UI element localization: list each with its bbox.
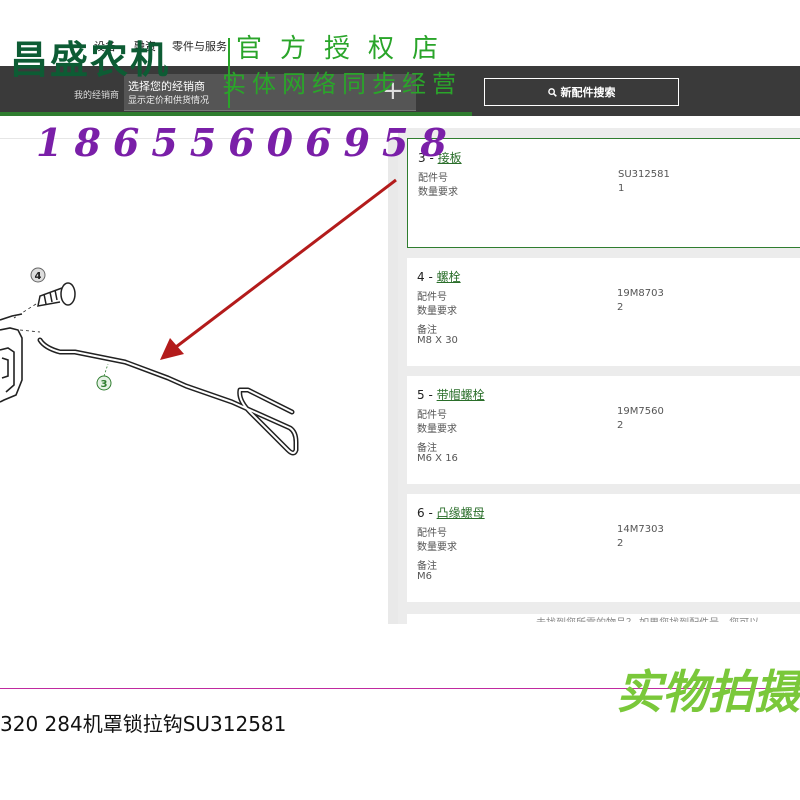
part-card-title: 4 - 螺栓 — [417, 270, 461, 284]
dash-lines — [13, 303, 41, 333]
part-number-value: 19M8703 — [617, 288, 664, 299]
not-found-hint: 未找到您所需的物品？ 如果您找到配件号，您可以 — [536, 614, 800, 622]
part-card-3[interactable]: 3 - 接板 配件号 SU312581 数量要求 1 — [407, 138, 800, 248]
part-number-label: 配件号 — [418, 173, 448, 184]
shop-logo-text: 昌盛农机 — [10, 38, 171, 82]
part-card-4[interactable]: 4 - 螺栓 配件号 19M8703 数量要求 2 备注 M8 X 30 — [407, 258, 800, 366]
part-number-value: SU312581 — [618, 169, 670, 180]
product-caption: 320 284机罩锁拉钩SU312581 — [0, 712, 287, 736]
authorized-shop-text: 官方授权店 — [236, 34, 457, 64]
remark-label: 备注 — [417, 443, 437, 454]
dealer-selector-subtitle: 显示定价和供货情况 — [128, 96, 210, 106]
callout-3-label: 3 — [101, 379, 108, 390]
part-card-5[interactable]: 5 - 带帽螺栓 配件号 19M7560 数量要求 2 备注 M6 X 16 — [407, 376, 800, 484]
part-number-label: 配件号 — [417, 410, 447, 421]
qty-value: 2 — [617, 420, 624, 431]
bolt-drawing — [37, 282, 76, 307]
part-card-6[interactable]: 6 - 凸缘螺母 配件号 14M7303 数量要求 2 备注 M6 — [407, 494, 800, 602]
remark-label: 备注 — [417, 561, 437, 572]
part-number-label: 配件号 — [417, 292, 447, 303]
part-card-title: 6 - 凸缘螺母 — [417, 506, 485, 520]
qty-label: 数量要求 — [417, 306, 457, 317]
phone-number: 18655606958 — [36, 120, 459, 165]
remark-value: M8 X 30 — [417, 335, 458, 346]
remark-value: M6 X 16 — [417, 453, 458, 464]
nav-accent-line — [0, 112, 472, 116]
qty-label: 数量要求 — [418, 187, 458, 198]
qty-value: 1 — [618, 183, 625, 194]
remark-label: 备注 — [417, 325, 437, 336]
new-part-search-label: 新配件搜索 — [560, 86, 616, 99]
part-name-link[interactable]: 凸缘螺母 — [437, 506, 485, 520]
bracket-assembly-drawing — [0, 313, 23, 403]
qty-value: 2 — [617, 302, 624, 313]
annotation-arrow — [160, 178, 397, 360]
my-dealer-label: 我的经销商 — [74, 91, 120, 101]
callout-4-label: 4 — [35, 271, 42, 282]
remark-value: M6 — [417, 571, 432, 582]
part-name-link[interactable]: 螺栓 — [437, 270, 461, 284]
sync-business-text: 实体网络同步经营 — [222, 70, 462, 98]
part-number-value: 14M7303 — [617, 524, 664, 535]
search-icon — [547, 87, 557, 97]
part-name-link[interactable]: 带帽螺栓 — [437, 388, 485, 402]
real-photo-text: 实物拍摄 — [616, 665, 800, 719]
nav-link-parts-service[interactable]: 零件与服务 — [172, 38, 227, 54]
callout-4[interactable]: 4 — [30, 267, 46, 283]
qty-value: 2 — [617, 538, 624, 549]
qty-label: 数量要求 — [417, 542, 457, 553]
part-number-value: 19M7560 — [617, 406, 664, 417]
part-number-label: 配件号 — [417, 528, 447, 539]
qty-label: 数量要求 — [417, 424, 457, 435]
callout-3[interactable]: 3 — [96, 363, 112, 391]
new-part-search-button[interactable]: 新配件搜索 — [484, 78, 679, 106]
part-card-title: 5 - 带帽螺栓 — [417, 388, 485, 402]
